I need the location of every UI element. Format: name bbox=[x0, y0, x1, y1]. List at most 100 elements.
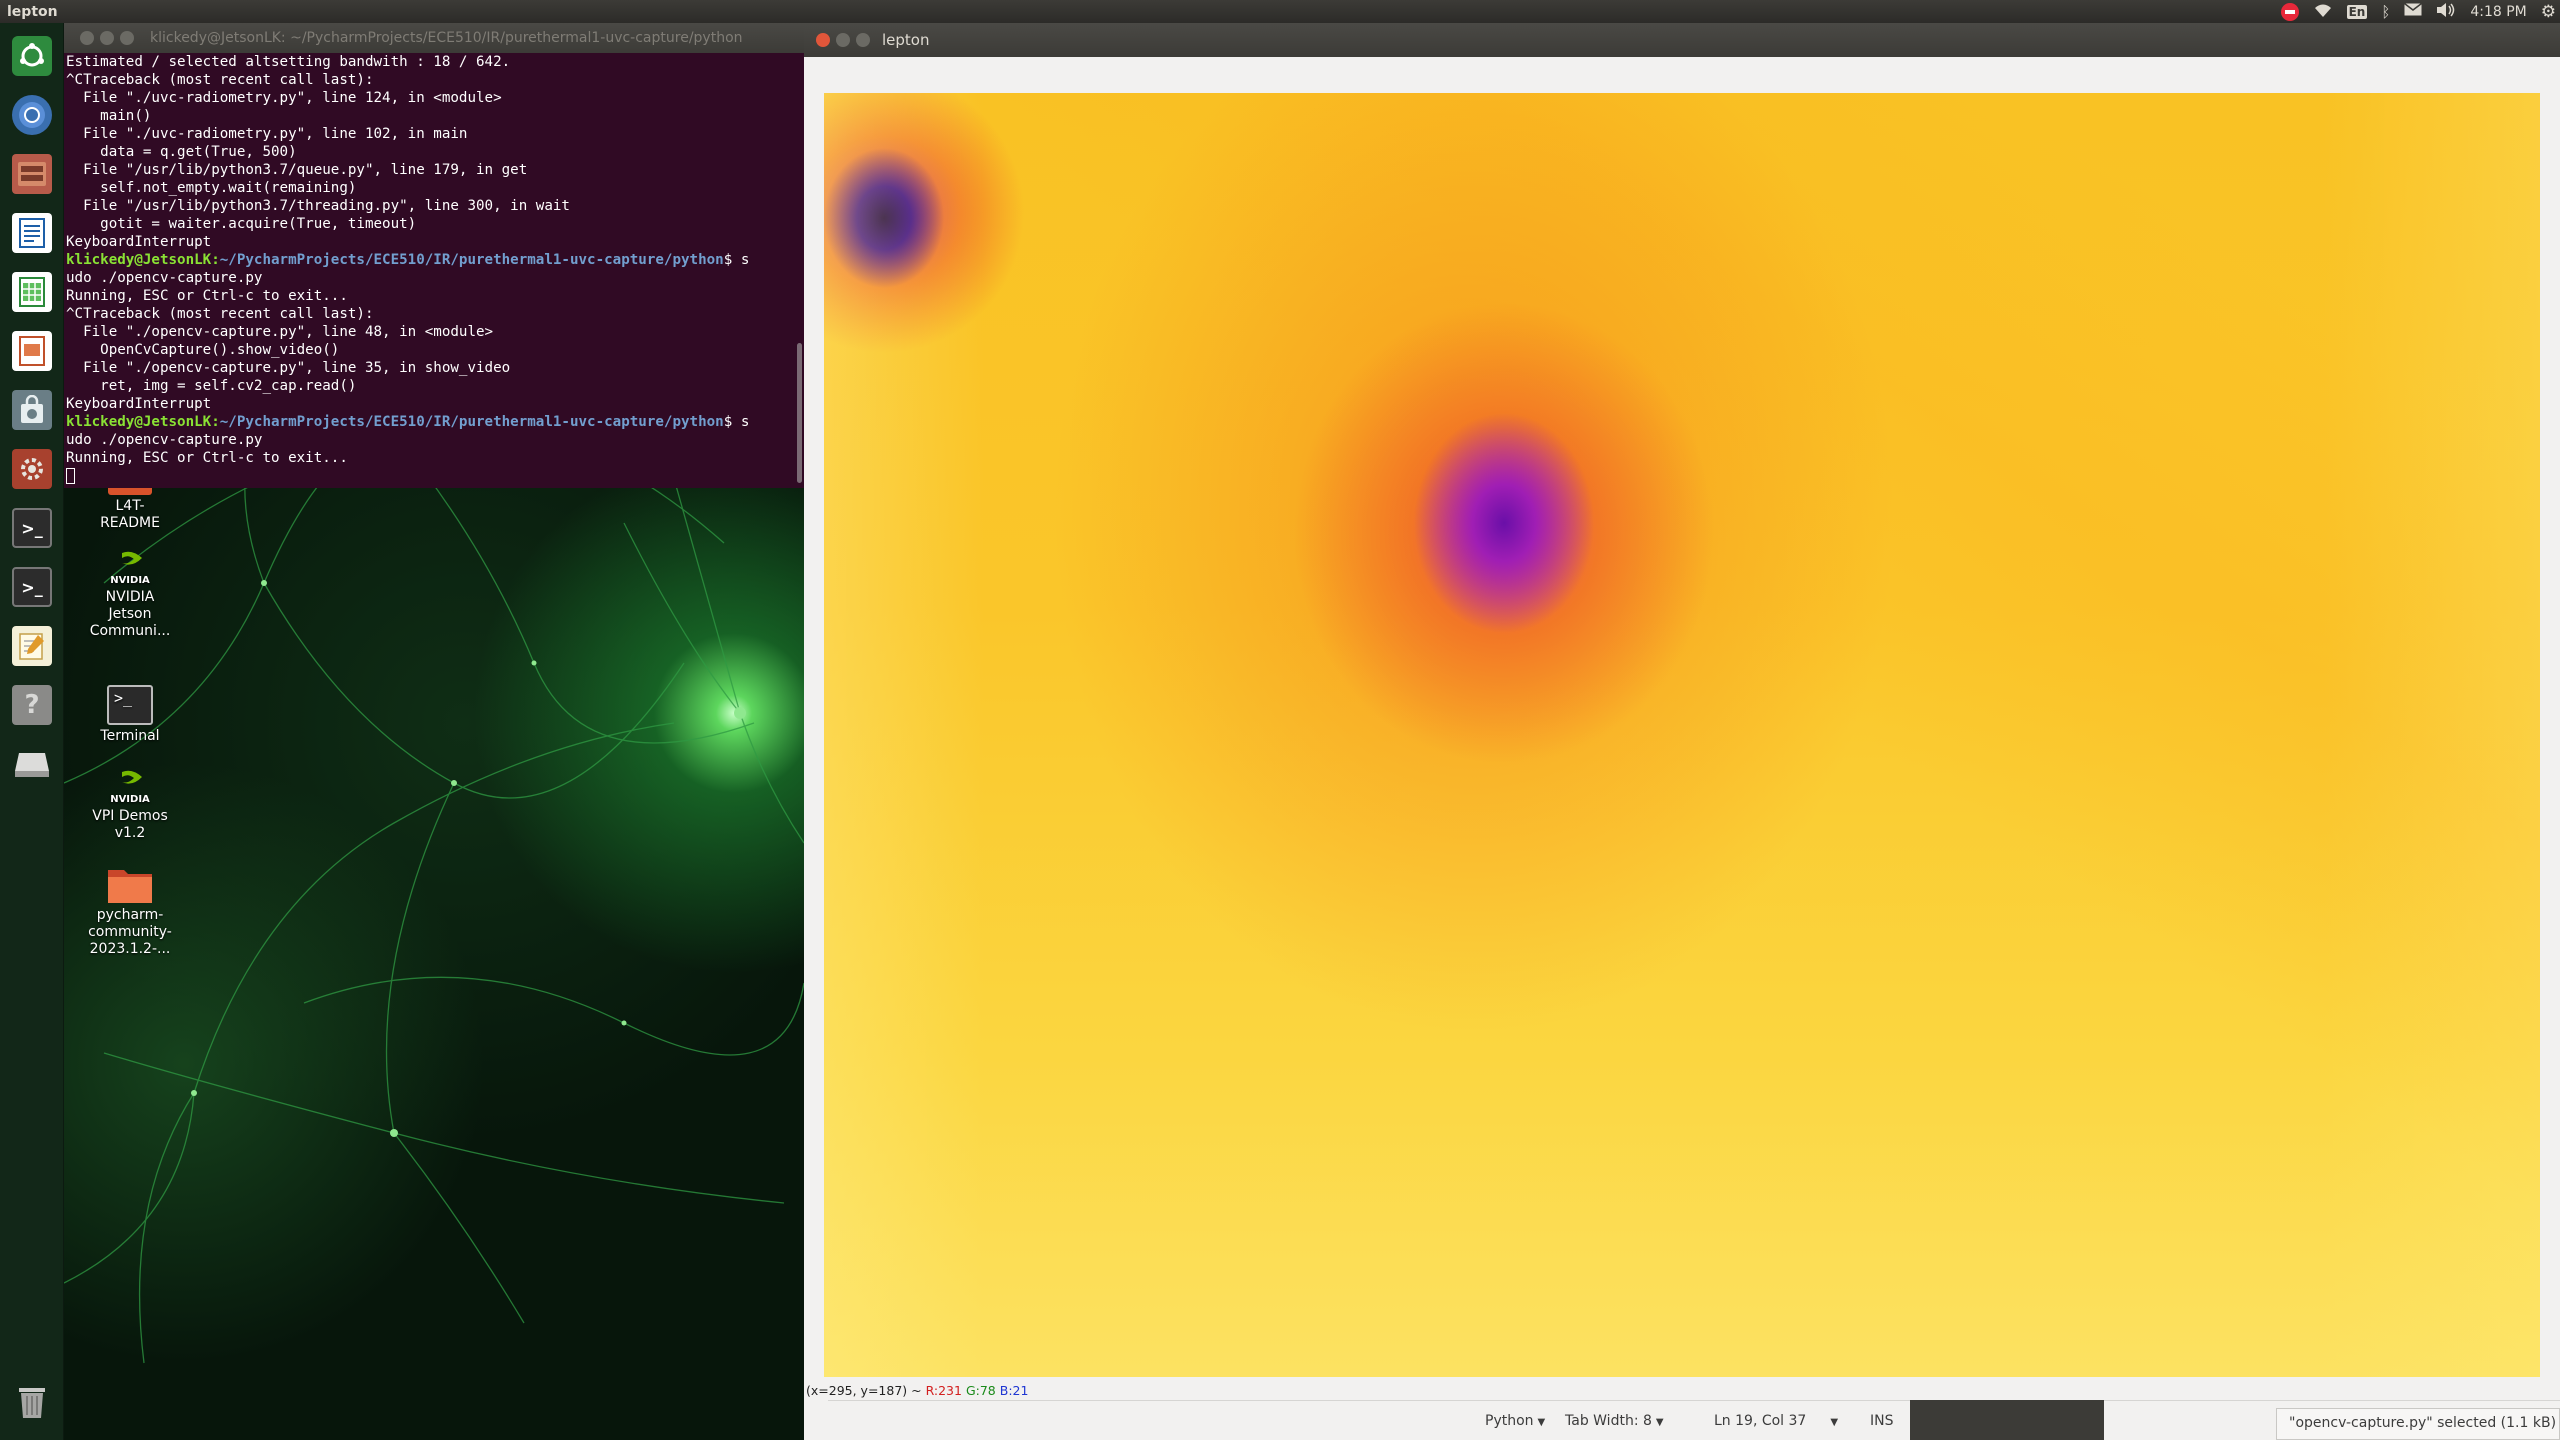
terminal-line: Running, ESC or Ctrl-c to exit... bbox=[66, 288, 348, 304]
desktop-icon-label: NVIDIA Jetson Communi... bbox=[89, 589, 171, 639]
desktop-icon-label: pycharm- community- 2023.1.2-... bbox=[88, 907, 172, 957]
lepton-maximize-button[interactable] bbox=[856, 33, 870, 47]
thermal-image[interactable] bbox=[824, 93, 2540, 1377]
insert-mode-indicator: INS bbox=[1870, 1413, 1894, 1429]
file-cabinet-icon bbox=[12, 154, 52, 194]
active-app-title: lepton bbox=[7, 3, 58, 20]
desktop-icon-nvidia-jetson[interactable]: NVIDIA NVIDIA Jetson Communi... bbox=[80, 550, 180, 640]
launcher-text-editor[interactable] bbox=[5, 619, 59, 673]
terminal-scrollbar[interactable] bbox=[797, 343, 802, 483]
launcher-terminal-2[interactable]: >_ bbox=[5, 560, 59, 614]
volume-icon[interactable] bbox=[2436, 2, 2456, 22]
bluetooth-icon[interactable]: ᛒ bbox=[2381, 3, 2390, 21]
statusbar-dark-segment bbox=[1910, 1400, 2104, 1440]
terminal-line: KeyboardInterrupt bbox=[66, 234, 212, 250]
drive-icon bbox=[12, 744, 52, 784]
terminal-maximize-button[interactable] bbox=[120, 31, 134, 45]
trash-icon bbox=[12, 1382, 52, 1422]
desktop-icon-label: Terminal bbox=[100, 728, 160, 744]
wifi-icon[interactable] bbox=[2313, 2, 2333, 22]
launcher-help[interactable]: ? bbox=[5, 678, 59, 732]
terminal-output[interactable]: Estimated / selected altsetting bandwith… bbox=[66, 53, 794, 488]
desktop-icon-l4t-readme[interactable]: L4T- README bbox=[80, 483, 180, 532]
terminal-line: Running, ESC or Ctrl-c to exit... bbox=[66, 450, 348, 466]
chevron-down-icon: ▼ bbox=[1537, 1417, 1546, 1428]
ubuntu-logo-icon bbox=[12, 36, 52, 76]
settings-wrench-icon bbox=[12, 449, 52, 489]
desktop-icon-vpi-demos[interactable]: NVIDIA VPI Demos v1.2 bbox=[80, 769, 180, 842]
terminal-cursor bbox=[66, 468, 75, 484]
lepton-close-button[interactable] bbox=[816, 33, 830, 47]
clock[interactable]: 4:18 PM bbox=[2470, 4, 2526, 20]
pixel-red-value: R:231 bbox=[925, 1383, 962, 1398]
terminal-window[interactable]: klickedy@JetsonLK: ~/PycharmProjects/ECE… bbox=[64, 23, 804, 488]
launcher-dash-home[interactable] bbox=[5, 29, 59, 83]
chevron-down-icon: ▼ bbox=[1655, 1417, 1664, 1428]
terminal-line: udo ./opencv-capture.py bbox=[66, 270, 263, 286]
launcher-impress[interactable] bbox=[5, 324, 59, 378]
terminal-command: $ s bbox=[723, 252, 750, 268]
terminal-line: ^CTraceback (most recent call last): bbox=[66, 72, 374, 88]
launcher-chromium[interactable] bbox=[5, 88, 59, 142]
terminal-line: data = q.get(True, 500) bbox=[66, 144, 297, 160]
launcher-software-center[interactable] bbox=[5, 383, 59, 437]
terminal-line: gotit = waiter.acquire(True, timeout) bbox=[66, 216, 417, 232]
terminal-icon: >_ bbox=[12, 508, 52, 548]
gear-icon[interactable]: ⚙ bbox=[2541, 2, 2556, 22]
terminal-close-button[interactable] bbox=[80, 31, 94, 45]
terminal-cursor-line bbox=[66, 467, 794, 485]
shopping-bag-icon bbox=[12, 390, 52, 430]
terminal-line: File "./opencv-capture.py", line 35, in … bbox=[66, 360, 511, 376]
indicator-area: En ᛒ 4:18 PM ⚙ bbox=[2280, 0, 2556, 23]
launcher-calc[interactable] bbox=[5, 265, 59, 319]
lepton-minimize-button[interactable] bbox=[836, 33, 850, 47]
language-label: Python bbox=[1485, 1413, 1534, 1429]
mail-icon[interactable] bbox=[2404, 2, 2423, 20]
terminal-minimize-button[interactable] bbox=[100, 31, 114, 45]
terminal-line: File "/usr/lib/python3.7/queue.py", line… bbox=[66, 162, 528, 178]
selection-status-toast: "opencv-capture.py" selected (1.1 kB) bbox=[2276, 1408, 2560, 1440]
lepton-window[interactable]: lepton (x=295, y=187) ~ R:231 G:78 B:21 bbox=[804, 23, 2560, 1440]
cursor-position-selector[interactable]: Ln 19, Col 37 ▼ bbox=[1714, 1413, 1838, 1429]
spreadsheet-icon bbox=[12, 272, 52, 312]
pixel-info-readout: (x=295, y=187) ~ R:231 G:78 B:21 bbox=[806, 1383, 1028, 1398]
presentation-icon bbox=[12, 331, 52, 371]
pixel-coords: (x=295, y=187) ~ bbox=[806, 1383, 926, 1398]
terminal-line: File "./opencv-capture.py", line 48, in … bbox=[66, 324, 494, 340]
desktop-icon-pycharm[interactable]: pycharm- community- 2023.1.2-... bbox=[80, 866, 180, 958]
help-question-icon: ? bbox=[12, 685, 52, 725]
launcher: >_ >_ ? bbox=[0, 23, 64, 1440]
terminal-line: klickedy@JetsonLK:~/PycharmProjects/ECE5… bbox=[66, 252, 750, 268]
launcher-removable-drive[interactable] bbox=[5, 737, 59, 791]
lepton-titlebar[interactable]: lepton bbox=[804, 23, 2560, 57]
nvidia-wordmark: NVIDIA bbox=[110, 575, 150, 586]
desktop-icon-terminal[interactable]: >_ Terminal bbox=[80, 685, 180, 745]
tab-width-selector[interactable]: Tab Width: 8 ▼ bbox=[1565, 1413, 1664, 1429]
text-editor-icon bbox=[12, 626, 52, 666]
terminal-prompt-path: ~/PycharmProjects/ECE510/IR/purethermal1… bbox=[219, 414, 724, 430]
launcher-files[interactable] bbox=[5, 147, 59, 201]
pixel-green-value: G:78 bbox=[965, 1383, 996, 1398]
cursor-position-label: Ln 19, Col 37 bbox=[1714, 1413, 1807, 1429]
terminal-line: udo ./opencv-capture.py bbox=[66, 432, 263, 448]
terminal-prompt-user: klickedy@JetsonLK bbox=[66, 252, 212, 268]
terminal-line: Estimated / selected altsetting bandwith… bbox=[66, 54, 511, 70]
terminal-line: ret, img = self.cv2_cap.read() bbox=[66, 378, 357, 394]
launcher-trash[interactable] bbox=[5, 1375, 59, 1429]
desktop-icon-label: L4T- README bbox=[100, 498, 160, 531]
terminal-line: ^CTraceback (most recent call last): bbox=[66, 306, 374, 322]
language-selector[interactable]: Python ▼ bbox=[1485, 1413, 1545, 1429]
launcher-system-settings[interactable] bbox=[5, 442, 59, 496]
lepton-title: lepton bbox=[882, 31, 930, 49]
launcher-writer[interactable] bbox=[5, 206, 59, 260]
terminal-icon: >_ bbox=[12, 567, 52, 607]
launcher-terminal-1[interactable]: >_ bbox=[5, 501, 59, 555]
no-entry-indicator-icon[interactable] bbox=[2280, 2, 2299, 21]
terminal-titlebar[interactable]: klickedy@JetsonLK: ~/PycharmProjects/ECE… bbox=[64, 23, 804, 53]
terminal-line: self.not_empty.wait(remaining) bbox=[66, 180, 357, 196]
terminal-line: KeyboardInterrupt bbox=[66, 396, 212, 412]
nvidia-wordmark: NVIDIA bbox=[110, 794, 150, 805]
keyboard-layout-indicator[interactable]: En bbox=[2346, 4, 2368, 19]
terminal-line: main() bbox=[66, 108, 152, 124]
nvidia-icon: NVIDIA bbox=[108, 769, 152, 805]
